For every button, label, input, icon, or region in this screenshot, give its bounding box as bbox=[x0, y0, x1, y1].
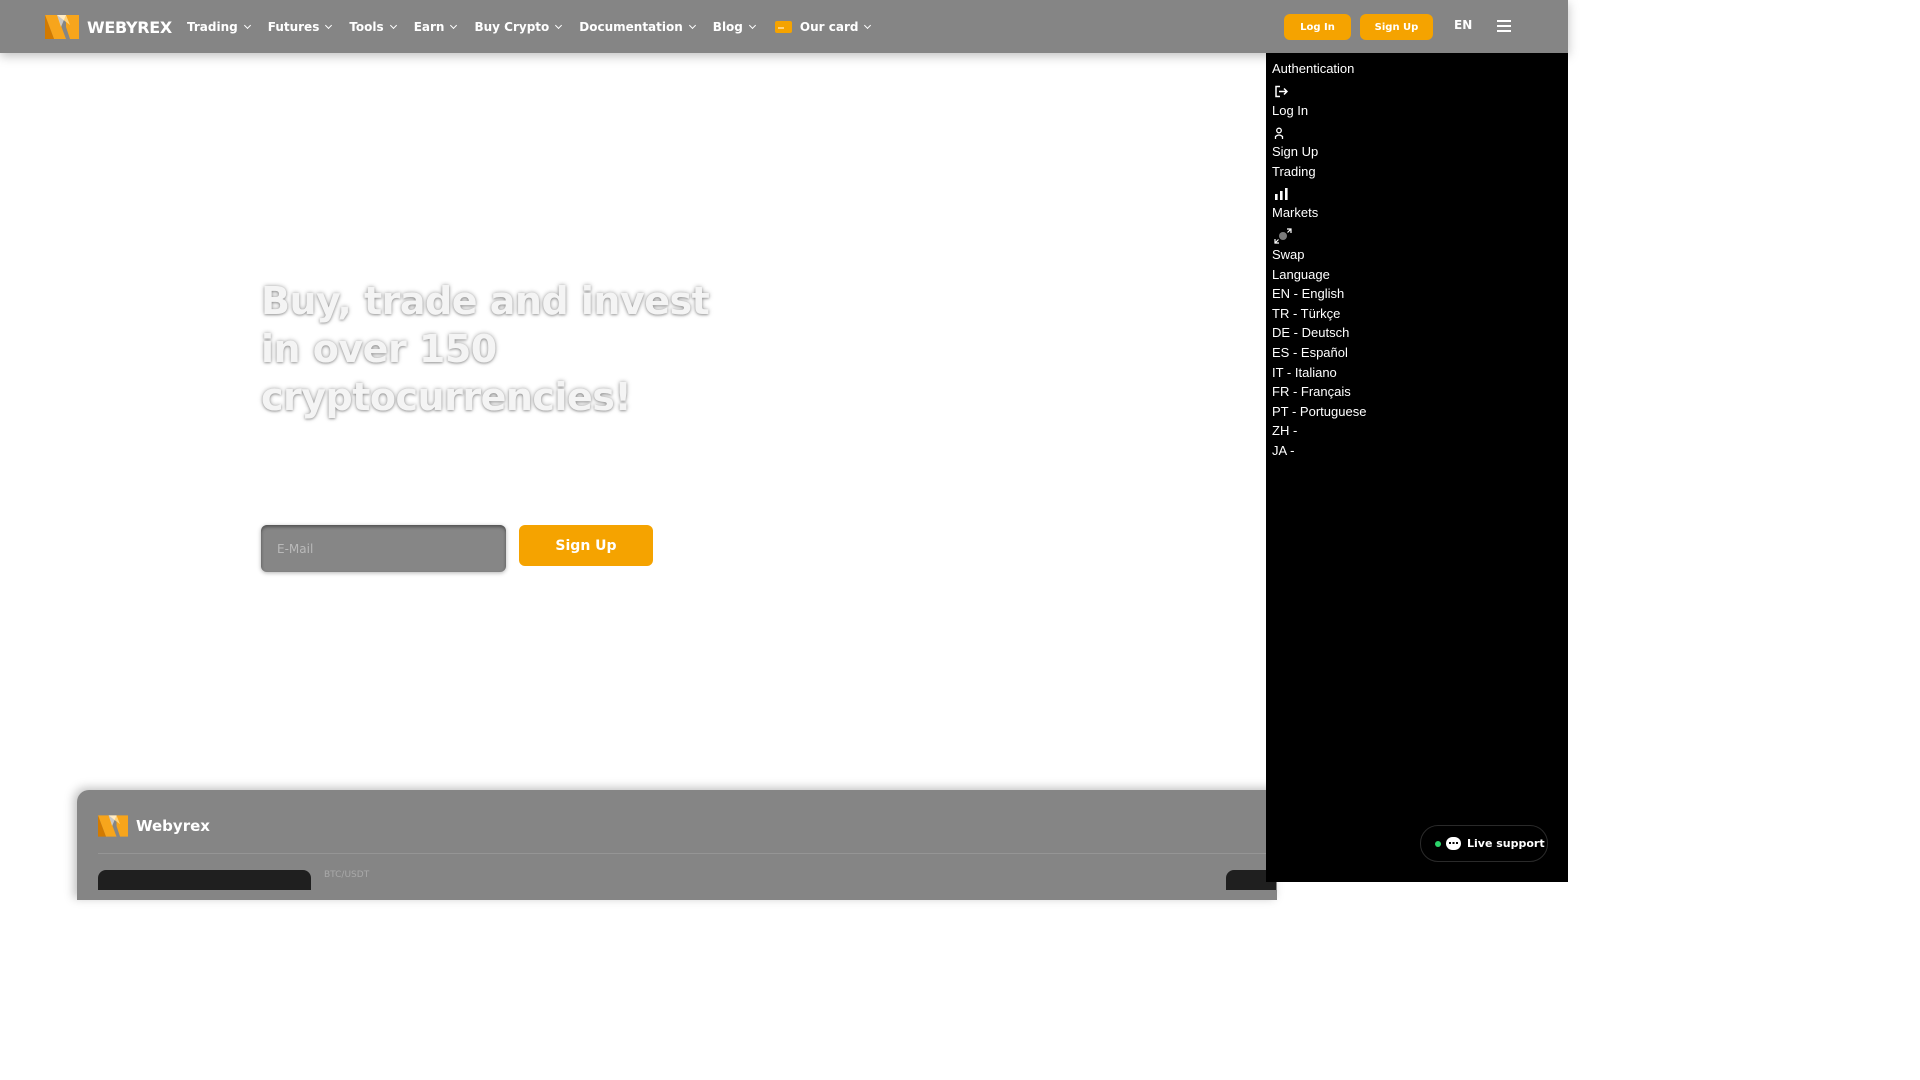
chevron-down-icon bbox=[243, 21, 251, 29]
widget-brand: Webyrex bbox=[98, 815, 210, 837]
chevron-down-icon bbox=[555, 21, 563, 29]
chat-icon bbox=[1446, 837, 1461, 850]
nav-documentation-label: Documentation bbox=[579, 19, 683, 34]
drawer-signup-link[interactable]: Sign Up bbox=[1272, 144, 1568, 164]
live-support-button[interactable]: Live support bbox=[1420, 825, 1548, 862]
widget-tab[interactable] bbox=[98, 870, 311, 890]
drawer-markets-link[interactable]: Markets bbox=[1272, 205, 1568, 225]
card-icon bbox=[774, 20, 792, 33]
menu-icon[interactable] bbox=[1497, 20, 1511, 32]
nav-blog[interactable]: Blog bbox=[712, 19, 756, 34]
live-support-label: Live support bbox=[1467, 837, 1545, 850]
chevron-down-icon bbox=[389, 21, 397, 29]
side-drawer-menu: Authentication Log In Sign Up Trading Ma… bbox=[1266, 53, 1568, 882]
drawer-swap-link[interactable]: Swap bbox=[1272, 247, 1568, 267]
main-nav: Trading Futures Tools Earn Buy Crypto Do… bbox=[187, 0, 888, 53]
drawer-trading-heading: Trading bbox=[1272, 163, 1316, 179]
drawer-language-pt[interactable]: PT - Portuguese bbox=[1272, 404, 1568, 424]
nav-trading-label: Trading bbox=[187, 19, 238, 34]
nav-futures[interactable]: Futures bbox=[267, 19, 333, 34]
nav-blog-label: Blog bbox=[712, 19, 743, 34]
user-icon bbox=[1272, 122, 1568, 144]
drawer-language-ja[interactable]: JA - bbox=[1272, 443, 1568, 463]
nav-our-card-label: Our card bbox=[799, 19, 859, 34]
brand-name: WEBYREX bbox=[87, 17, 172, 37]
drawer-language-tr[interactable]: TR - Türkçe bbox=[1272, 306, 1568, 326]
nav-our-card[interactable]: Our card bbox=[774, 19, 872, 34]
drawer-language-fr[interactable]: FR - Français bbox=[1272, 384, 1568, 404]
hero-signup-button[interactable]: Sign Up bbox=[519, 525, 653, 566]
swap-icon bbox=[1272, 225, 1568, 247]
nav-earn-label: Earn bbox=[413, 19, 445, 34]
nav-documentation[interactable]: Documentation bbox=[579, 19, 696, 34]
drawer-language-it[interactable]: IT - Italiano bbox=[1272, 365, 1568, 385]
drawer-language-es[interactable]: ES - Español bbox=[1272, 345, 1568, 365]
nav-buy-crypto[interactable]: Buy Crypto bbox=[474, 19, 563, 34]
nav-buy-crypto-label: Buy Crypto bbox=[474, 19, 550, 34]
nav-tools[interactable]: Tools bbox=[349, 19, 397, 34]
drawer-auth-heading: Authentication bbox=[1272, 61, 1355, 76]
online-status-dot bbox=[1435, 840, 1441, 847]
drawer-login-link[interactable]: Log In bbox=[1272, 103, 1568, 123]
widget-brand-name: Webyrex bbox=[136, 817, 210, 835]
drawer-language-de[interactable]: DE - Deutsch bbox=[1272, 325, 1568, 345]
logo-icon bbox=[98, 815, 128, 837]
widget-divider bbox=[98, 853, 1278, 854]
bar-chart-icon bbox=[1272, 183, 1568, 205]
chevron-down-icon bbox=[748, 21, 756, 29]
chevron-down-icon bbox=[325, 21, 333, 29]
email-field[interactable] bbox=[261, 525, 506, 572]
chevron-down-icon bbox=[864, 21, 872, 29]
drawer-language-en[interactable]: EN - English bbox=[1272, 286, 1568, 306]
drawer-language-heading: Language bbox=[1272, 266, 1330, 282]
nav-earn[interactable]: Earn bbox=[413, 19, 458, 34]
chevron-down-icon bbox=[688, 21, 696, 29]
login-icon bbox=[1272, 81, 1568, 103]
nav-tools-label: Tools bbox=[349, 19, 384, 34]
nav-futures-label: Futures bbox=[267, 19, 320, 34]
trading-widget-preview: Webyrex BTC/USDT bbox=[77, 790, 1278, 900]
widget-pair-label[interactable]: BTC/USDT bbox=[324, 870, 369, 880]
top-navigation-bar: WEBYREX Trading Futures Tools Earn Buy C… bbox=[0, 0, 1568, 53]
signup-button[interactable]: Sign Up bbox=[1360, 14, 1433, 40]
drawer-language-zh[interactable]: ZH - bbox=[1272, 423, 1568, 443]
brand[interactable]: WEBYREX bbox=[45, 15, 172, 39]
language-selector[interactable]: EN bbox=[1454, 18, 1472, 32]
chevron-down-icon bbox=[450, 21, 458, 29]
login-button[interactable]: Log In bbox=[1284, 14, 1351, 40]
logo-icon bbox=[45, 15, 79, 39]
hero-title: Buy, trade and invest in over 150 crypto… bbox=[261, 279, 710, 419]
nav-trading[interactable]: Trading bbox=[187, 19, 251, 34]
